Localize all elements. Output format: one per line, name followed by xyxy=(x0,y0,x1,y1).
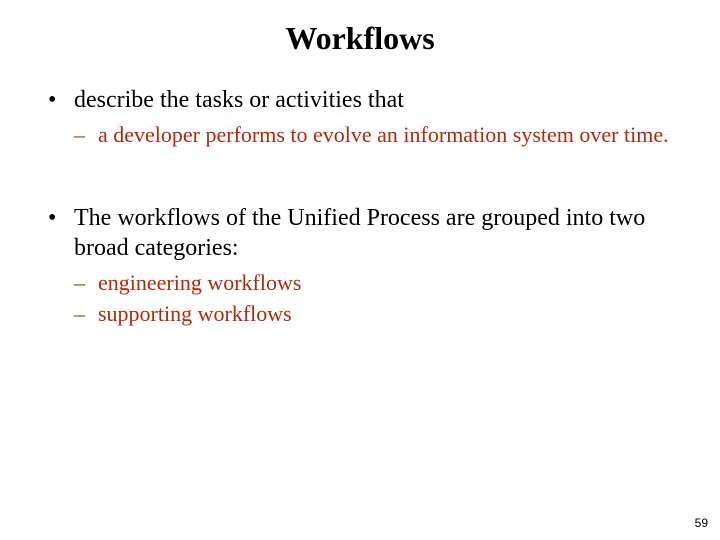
slide: Workflows • describe the tasks or activi… xyxy=(0,0,720,540)
sub-bullet-item: – a developer performs to evolve an info… xyxy=(74,121,672,149)
bullet-text: The workflows of the Unified Process are… xyxy=(74,203,672,263)
sub-bullet-marker: – xyxy=(74,300,98,328)
sub-bullet-text: engineering workflows xyxy=(98,269,672,297)
bullet-text: describe the tasks or activities that xyxy=(74,85,672,115)
sub-bullet-text: supporting workflows xyxy=(98,300,672,328)
spacer xyxy=(48,153,672,203)
bullet-marker: • xyxy=(48,203,74,263)
bullet-item: • describe the tasks or activities that xyxy=(48,85,672,115)
page-number: 59 xyxy=(695,516,708,530)
sub-bullet-item: – supporting workflows xyxy=(74,300,672,328)
sub-bullet-text: a developer performs to evolve an inform… xyxy=(98,121,672,149)
slide-title: Workflows xyxy=(0,0,720,85)
sub-bullet-marker: – xyxy=(74,269,98,297)
sub-bullet-marker: – xyxy=(74,121,98,149)
bullet-item: • The workflows of the Unified Process a… xyxy=(48,203,672,263)
sub-bullet-item: – engineering workflows xyxy=(74,269,672,297)
bullet-marker: • xyxy=(48,85,74,115)
slide-content: • describe the tasks or activities that … xyxy=(0,85,720,328)
